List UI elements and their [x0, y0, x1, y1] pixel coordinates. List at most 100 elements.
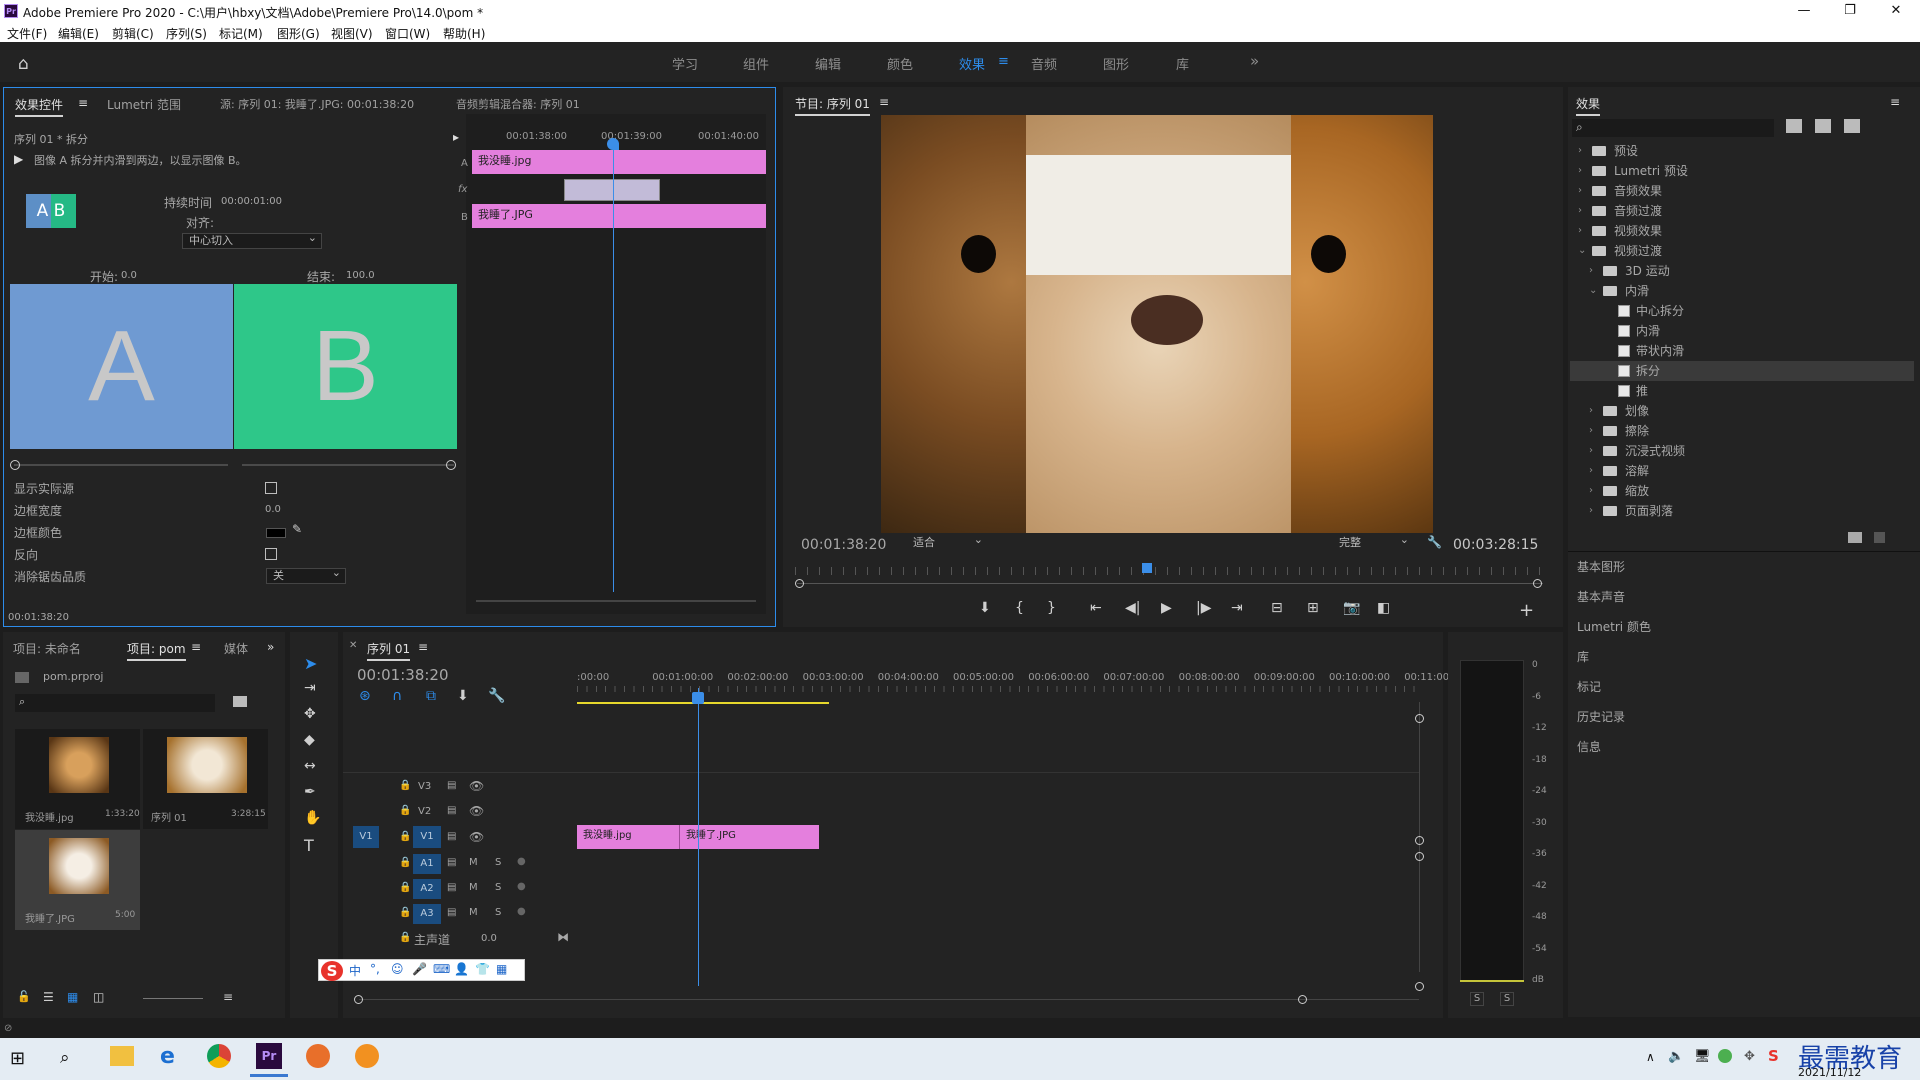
- tray-app-icon[interactable]: [1718, 1049, 1732, 1063]
- effect-item[interactable]: 推: [1570, 381, 1914, 401]
- ime-tool[interactable]: 🎤: [412, 962, 427, 976]
- mark-in-icon[interactable]: {: [1015, 600, 1024, 616]
- extract-icon[interactable]: ⊞: [1307, 600, 1319, 616]
- workspace-color[interactable]: 颜色: [887, 54, 913, 73]
- maximize-button[interactable]: ❐: [1830, 1, 1870, 21]
- ime-tool[interactable]: ▦: [496, 962, 507, 976]
- border-color-swatch[interactable]: [266, 528, 286, 538]
- section-essential-sound[interactable]: 基本声音: [1577, 588, 1625, 605]
- vscroll-handle-mid2[interactable]: [1415, 852, 1424, 861]
- ime-tool[interactable]: 👤: [454, 962, 469, 976]
- effects-folder[interactable]: › 缩放: [1570, 481, 1914, 501]
- step-forward-icon[interactable]: |▶: [1196, 600, 1211, 616]
- timeline-clip-1[interactable]: 我没睡.jpg: [577, 825, 679, 849]
- accelerated-effects-icon[interactable]: [1786, 119, 1802, 133]
- track-a1-label[interactable]: A1: [413, 854, 441, 874]
- ripple-edit-tool-icon[interactable]: ✥: [304, 706, 316, 722]
- menu-view[interactable]: 视图(V): [331, 25, 373, 42]
- section-lumetri-color[interactable]: Lumetri 颜色: [1577, 618, 1651, 635]
- chevron-right-icon[interactable]: ›: [1589, 401, 1593, 421]
- tab-lumetri-scopes[interactable]: Lumetri 范围: [107, 96, 181, 113]
- track-lock-icon[interactable]: 🔒: [399, 882, 411, 893]
- effect-item[interactable]: 内滑: [1570, 321, 1914, 341]
- home-icon[interactable]: ⌂: [18, 54, 38, 74]
- eye-icon[interactable]: 👁: [469, 830, 484, 844]
- ime-tool[interactable]: ☺: [391, 962, 404, 976]
- sync-lock-icon[interactable]: ▤: [447, 857, 456, 868]
- effects-menu-icon[interactable]: ≡: [1890, 95, 1900, 109]
- start-slider-handle[interactable]: [10, 460, 20, 470]
- eyedropper-icon[interactable]: ✎: [292, 522, 302, 536]
- timeline-menu-icon[interactable]: ≡: [418, 640, 428, 654]
- align-dropdown[interactable]: 中心切入: [182, 231, 322, 249]
- mini-scrollbar[interactable]: [476, 600, 756, 602]
- project-item-2[interactable]: 序列 01 3:28:15: [143, 729, 268, 829]
- chevron-down-icon[interactable]: ⌄: [1589, 281, 1597, 301]
- border-width-value[interactable]: 0.0: [265, 504, 281, 515]
- thumb-size-slider[interactable]: [143, 998, 203, 999]
- export-frame-icon[interactable]: 📷: [1343, 600, 1360, 616]
- lock-icon[interactable]: 🔓: [17, 990, 31, 1003]
- menu-clip[interactable]: 剪辑(C): [112, 25, 154, 42]
- sogou-icon[interactable]: S: [321, 961, 343, 981]
- track-a2-label[interactable]: A2: [413, 879, 441, 899]
- show-source-checkbox[interactable]: [265, 482, 277, 494]
- start-slider[interactable]: [14, 464, 228, 466]
- program-timecode[interactable]: 00:01:38:20: [801, 537, 886, 553]
- tab-source[interactable]: 源: 序列 01: 我睡了.JPG: 00:01:38:20: [220, 96, 414, 112]
- volume-icon[interactable]: 🔈: [1668, 1049, 1684, 1064]
- mark-out-icon[interactable]: }: [1047, 600, 1056, 616]
- network-icon[interactable]: 🖥: [1694, 1049, 1711, 1064]
- antialias-dropdown[interactable]: 关: [266, 566, 346, 584]
- chevron-right-icon[interactable]: ›: [1589, 421, 1593, 441]
- end-slider-handle[interactable]: [446, 460, 456, 470]
- close-button[interactable]: ✕: [1876, 1, 1916, 21]
- track-lock-icon[interactable]: 🔒: [399, 805, 411, 816]
- mute-button[interactable]: M: [469, 882, 478, 893]
- effect-item[interactable]: 带状内滑: [1570, 341, 1914, 361]
- solo-button[interactable]: S: [495, 857, 501, 868]
- start-value[interactable]: 0.0: [121, 270, 137, 281]
- timeline-settings-icon[interactable]: 🔧: [488, 688, 505, 704]
- vscroll-handle-top[interactable]: [1415, 714, 1424, 723]
- sort-icon[interactable]: ≡: [223, 990, 233, 1004]
- timeline-hscroll[interactable]: [359, 999, 1419, 1000]
- mini-playhead[interactable]: [613, 138, 614, 592]
- chevron-right-icon[interactable]: ›: [1589, 441, 1593, 461]
- end-value[interactable]: 100.0: [346, 270, 375, 281]
- project-search-input[interactable]: [15, 694, 215, 712]
- workspace-learn[interactable]: 学习: [672, 54, 698, 73]
- effects-folder[interactable]: ⌄ 内滑: [1570, 281, 1914, 301]
- timeline-ruler[interactable]: :00:00 00:01:00:00 00:02:00:00 00:03:00:00 0…: [577, 672, 1452, 692]
- chevron-right-icon[interactable]: ›: [1578, 161, 1582, 181]
- project-item-3[interactable]: 我睡了.JPG 5:00: [15, 830, 140, 930]
- close-timeline-icon[interactable]: ✕: [349, 640, 357, 651]
- hand-tool-icon[interactable]: ✋: [304, 810, 321, 826]
- sync-lock-icon[interactable]: ▤: [447, 805, 456, 816]
- razor-tool-icon[interactable]: ◆: [304, 732, 315, 748]
- edge-icon[interactable]: e: [160, 1044, 175, 1069]
- mute-button[interactable]: M: [469, 907, 478, 918]
- panel-menu-icon[interactable]: ≡: [78, 96, 88, 110]
- type-tool-icon[interactable]: T: [304, 836, 314, 855]
- program-zoom-bar[interactable]: [797, 583, 1543, 584]
- section-markers[interactable]: 标记: [1577, 678, 1601, 695]
- end-slider[interactable]: [242, 464, 454, 466]
- taskbar-search-icon[interactable]: ⌕: [60, 1048, 70, 1068]
- effects-folder[interactable]: › 页面剥落: [1570, 501, 1914, 521]
- effect-item[interactable]: 拆分: [1570, 361, 1914, 381]
- minimize-button[interactable]: —: [1784, 1, 1824, 21]
- quality-dropdown[interactable]: 完整: [1333, 533, 1413, 552]
- tab-effect-controls[interactable]: 效果控件: [15, 96, 64, 117]
- section-info[interactable]: 信息: [1577, 738, 1601, 755]
- nest-icon[interactable]: ⊛: [359, 688, 371, 704]
- effect-controls-timecode[interactable]: 00:01:38:20: [8, 612, 69, 623]
- lift-icon[interactable]: ⊟: [1271, 600, 1283, 616]
- reverse-checkbox[interactable]: [265, 548, 277, 560]
- chevron-right-icon[interactable]: ›: [1578, 141, 1582, 161]
- effects-search-input[interactable]: [1572, 119, 1774, 137]
- comparison-view-icon[interactable]: ◧: [1377, 600, 1390, 616]
- app-taskbar-icon-2[interactable]: [355, 1044, 379, 1068]
- vscroll-handle-mid[interactable]: [1415, 836, 1424, 845]
- menu-edit[interactable]: 编辑(E): [58, 25, 99, 42]
